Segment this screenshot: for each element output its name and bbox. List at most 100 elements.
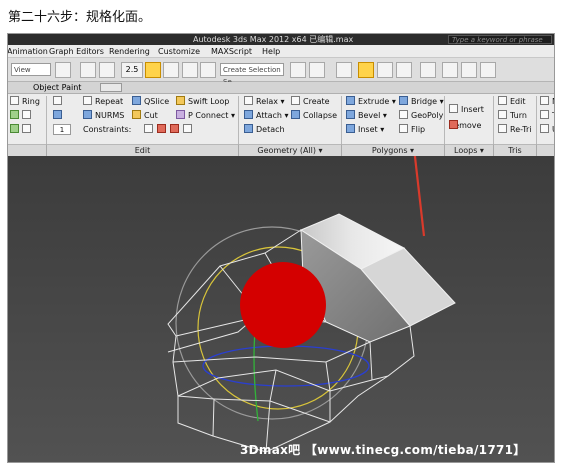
step-caption: 第二十六步：规格化面。 [8,10,152,25]
turn-button[interactable]: Turn [498,110,527,122]
snap-toggle-icon[interactable] [55,62,71,78]
rendered-frame-icon[interactable] [461,62,477,78]
cut-icon [132,110,141,119]
tessellate-icon [540,110,549,119]
msmooth-icon [540,96,549,105]
move-icon[interactable] [80,62,96,78]
tessellate-button[interactable]: Te [540,110,554,122]
msmooth-button[interactable]: MS [540,96,554,108]
preserve-uvs-icon [53,96,62,105]
geopoly-icon [399,110,408,119]
group-footer-sub[interactable] [537,144,554,156]
relax-button[interactable]: Relax ▾ [244,96,285,108]
detach-button[interactable]: Detach [244,124,285,136]
snap-value[interactable]: 2.5 [121,62,143,78]
group-footer-loops[interactable]: Loops ▾ [445,144,494,156]
edit-spinner[interactable]: 1 [53,124,71,135]
group-separator [341,96,342,144]
group-footer-edit[interactable]: Edit [47,144,239,156]
tweak-button[interactable] [53,110,65,122]
view-select[interactable]: View [11,63,51,76]
nurms-button[interactable]: NURMS [83,110,124,122]
tris-edit-icon [498,96,507,105]
constraint-face-icon [170,124,179,133]
remove-loop-button[interactable]: Remove [449,120,481,132]
bridge-button[interactable]: Bridge ▾ [399,96,444,108]
render-icon[interactable] [480,62,496,78]
collapse-icon [291,110,300,119]
object-paint-dropdown[interactable] [100,83,122,92]
attach-button[interactable]: Attach ▾ [244,110,289,122]
material-editor-icon[interactable] [420,62,436,78]
schematic-view-icon[interactable] [396,62,412,78]
attach-icon [244,110,253,119]
menu-rendering[interactable]: Rendering [109,45,150,58]
preserve-uvs-button[interactable] [53,96,65,108]
bevel-button[interactable]: Bevel ▾ [346,110,387,122]
qslice-icon [132,96,141,105]
inset-icon [346,124,355,133]
select-icon [10,124,19,133]
retri-button[interactable]: Re-Tri [498,124,532,136]
render-setup-icon[interactable] [442,62,458,78]
menu-graph-editors[interactable]: Graph Editors [49,45,104,58]
object-paint-row: Object Paint [8,82,554,94]
selection-set-dropdown[interactable]: Create Selection Se [220,63,284,86]
app-screenshot: Autodesk 3ds Max 2012 x64 已编辑.max Type a… [7,33,555,463]
detach-icon [244,124,253,133]
insert-loop-button[interactable]: Insert [449,104,484,116]
ribbon-select-button[interactable] [10,124,22,136]
constraint-normal-icon [183,124,192,133]
menu-customize[interactable]: Customize [158,45,200,58]
constraint-normal-button[interactable] [183,124,195,136]
swift-loop-button[interactable]: Swift Loop [176,96,229,108]
cut-button[interactable]: Cut [132,110,158,122]
remove-loop-icon [449,120,458,129]
constraint-none-button[interactable] [144,124,156,136]
search-input[interactable]: Type a keyword or phrase [448,35,552,44]
mirror-icon[interactable] [290,62,306,78]
constraints-label: Constraints: [83,125,132,134]
flip-button[interactable]: Flip [399,124,425,136]
menu-animation[interactable]: Animation [8,45,48,58]
group-separator [46,96,47,144]
p-connect-button[interactable]: P Connect ▾ [176,110,235,122]
tris-edit-button[interactable]: Edit [498,96,526,108]
pivot-icon[interactable] [99,62,115,78]
extrude-button[interactable]: Extrude ▾ [346,96,396,108]
insert-loop-icon [449,104,458,113]
ribbon-similar-button[interactable] [22,124,34,136]
percent-snap-icon[interactable] [163,62,179,78]
ribbon-grow-button[interactable] [10,110,22,122]
title-bar: Autodesk 3ds Max 2012 x64 已编辑.max Type a… [8,34,554,45]
group-separator [444,96,445,144]
angle-snap-icon[interactable] [145,62,161,78]
main-toolbar: View 2.5 Create Selection Se [8,58,554,86]
qslice-button[interactable]: QSlice [132,96,169,108]
create-button[interactable]: Create [291,96,330,108]
constraint-none-icon [144,124,153,133]
group-footer-polygons[interactable]: Polygons ▾ [342,144,445,156]
menu-maxscript[interactable]: MAXScript [211,45,252,58]
bevel-icon [346,110,355,119]
perspective-viewport[interactable]: 3Dmax吧 【www.tinecg.com/tieba/1771】 [8,156,554,462]
ribbon-shrink-button[interactable] [22,110,34,122]
object-paint-label[interactable]: Object Paint [33,82,81,94]
graphite-toggle-icon[interactable] [358,62,374,78]
use-displacement-button[interactable]: Us [540,124,554,136]
group-separator [493,96,494,144]
ribbon-ring-button[interactable]: Ring [10,96,40,108]
geopoly-button[interactable]: GeoPoly [399,110,443,122]
layer-manager-icon[interactable] [336,62,352,78]
spinner-snap-icon[interactable] [182,62,198,78]
repeat-button[interactable]: Repeat [83,96,123,108]
group-footer-tris[interactable]: Tris [494,144,537,156]
curve-editor-icon[interactable] [377,62,393,78]
align-icon[interactable] [309,62,325,78]
menu-help[interactable]: Help [262,45,280,58]
group-footer-geometry[interactable]: Geometry (All) ▾ [239,144,342,156]
edit-named-sets-icon[interactable] [200,62,216,78]
collapse-button[interactable]: Collapse [291,110,337,122]
inset-button[interactable]: Inset ▾ [346,124,384,136]
group-footer-loops-left[interactable] [8,144,47,156]
